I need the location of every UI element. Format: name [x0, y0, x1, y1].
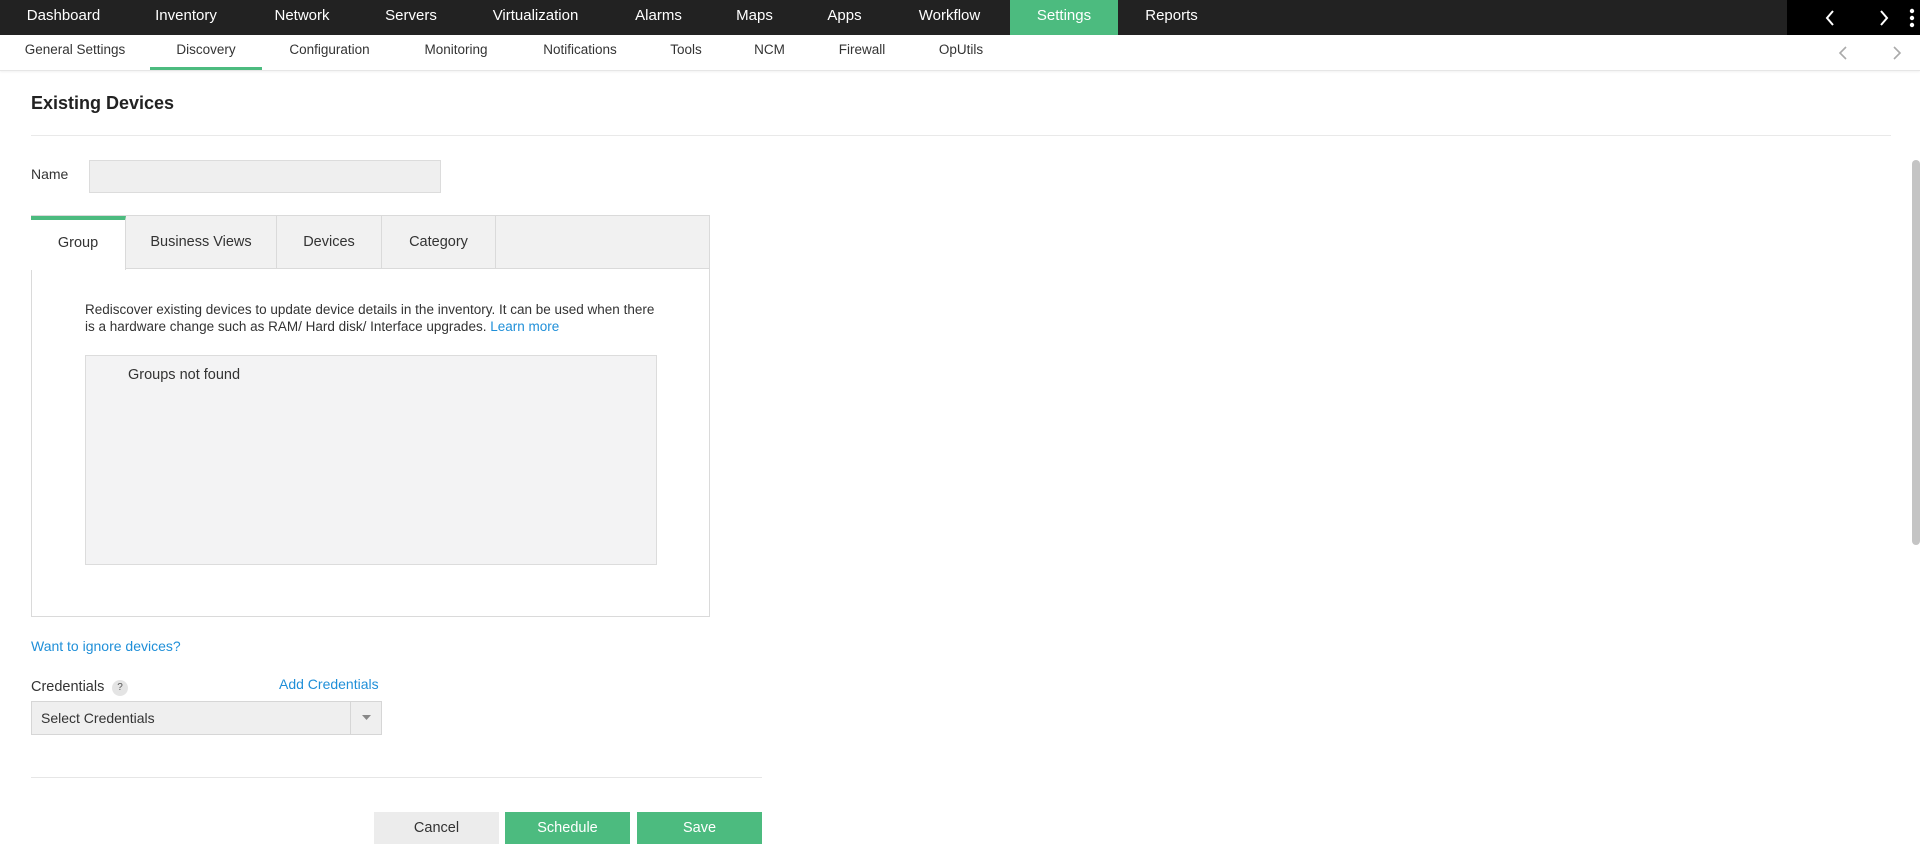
add-credentials-link[interactable]: Add Credentials [279, 676, 379, 692]
subnav-monitoring[interactable]: Monitoring [397, 35, 515, 70]
title-divider [31, 135, 1891, 136]
nav-alarms[interactable]: Alarms [608, 0, 709, 35]
nav-workflow[interactable]: Workflow [889, 0, 1010, 35]
nav-dashboard[interactable]: Dashboard [0, 0, 127, 35]
nav-maps[interactable]: Maps [709, 0, 800, 35]
subnav-scroll-left-icon[interactable] [1831, 35, 1855, 70]
top-navigation: Dashboard Inventory Network Servers Virt… [0, 0, 1920, 35]
help-icon[interactable]: ? [112, 680, 128, 696]
chevron-down-icon [350, 702, 381, 734]
nav-virtualization[interactable]: Virtualization [463, 0, 608, 35]
nav-scroll-right-icon[interactable] [1865, 0, 1903, 35]
credentials-select-value: Select Credentials [41, 710, 155, 726]
tab-strip: Group Business Views Devices Category [31, 216, 709, 270]
page-scrollbar[interactable] [1912, 160, 1920, 545]
nav-apps[interactable]: Apps [800, 0, 889, 35]
subnav-discovery[interactable]: Discovery [150, 35, 262, 70]
group-description: Rediscover existing devices to update de… [85, 301, 665, 335]
nav-scroll-controls [1787, 0, 1920, 35]
credentials-select[interactable]: Select Credentials [31, 701, 382, 735]
credentials-label: Credentials [31, 679, 105, 695]
subnav-oputils[interactable]: OpUtils [912, 35, 1010, 70]
nav-settings[interactable]: Settings [1010, 0, 1118, 35]
footer-divider [31, 777, 762, 778]
group-description-text: Rediscover existing devices to update de… [85, 302, 655, 334]
subnav-configuration[interactable]: Configuration [262, 35, 397, 70]
schedule-button[interactable]: Schedule [505, 812, 630, 844]
subnav-firewall[interactable]: Firewall [812, 35, 912, 70]
learn-more-link[interactable]: Learn more [490, 319, 559, 334]
nav-network[interactable]: Network [245, 0, 359, 35]
groups-list[interactable]: Groups not found [85, 355, 657, 565]
subnav-tools[interactable]: Tools [645, 35, 727, 70]
ignore-devices-link[interactable]: Want to ignore devices? [31, 638, 181, 654]
groups-empty-message: Groups not found [128, 367, 241, 383]
subnav-notifications[interactable]: Notifications [515, 35, 645, 70]
nav-scroll-left-icon[interactable] [1811, 0, 1849, 35]
nav-servers[interactable]: Servers [359, 0, 463, 35]
name-label: Name [31, 166, 69, 182]
sub-navigation: General Settings Discovery Configuration… [0, 35, 1920, 71]
more-menu-icon[interactable] [1904, 0, 1920, 35]
nav-reports[interactable]: Reports [1118, 0, 1225, 35]
selection-tab-panel: Group Business Views Devices Category Re… [31, 215, 710, 617]
subnav-general-settings[interactable]: General Settings [0, 35, 150, 70]
tab-business-views[interactable]: Business Views [126, 216, 277, 269]
page-title: Existing Devices [31, 93, 175, 113]
nav-inventory[interactable]: Inventory [127, 0, 245, 35]
save-button[interactable]: Save [637, 812, 762, 844]
tab-group[interactable]: Group [31, 216, 126, 270]
subnav-scroll-right-icon[interactable] [1885, 35, 1909, 70]
cancel-button[interactable]: Cancel [374, 812, 499, 844]
tab-category[interactable]: Category [382, 216, 496, 269]
subnav-ncm[interactable]: NCM [727, 35, 812, 70]
tab-devices[interactable]: Devices [277, 216, 382, 269]
name-input[interactable] [89, 160, 441, 193]
